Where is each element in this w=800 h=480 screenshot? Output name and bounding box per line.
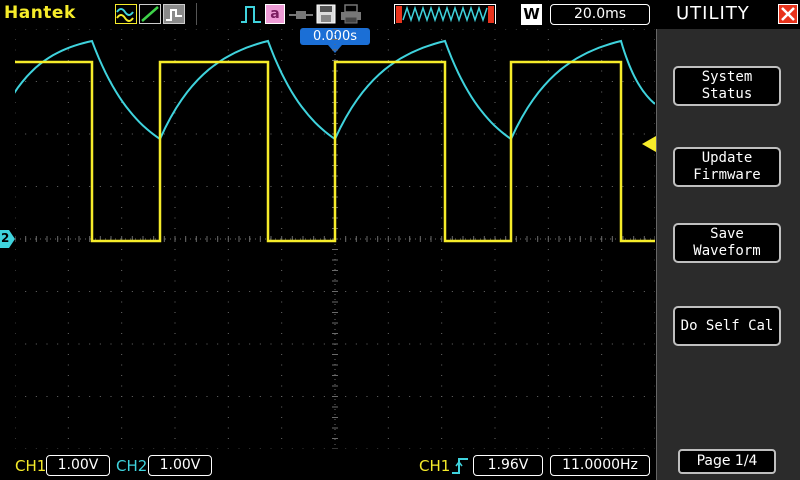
line-mode-icon[interactable] <box>139 4 161 24</box>
ch1-label: CH1 <box>15 457 47 475</box>
ch2-label: CH2 <box>116 457 148 475</box>
timebase-readout[interactable]: 20.0ms <box>550 4 650 25</box>
brand-logo: Hantek <box>4 3 76 23</box>
save-icon[interactable] <box>316 4 336 24</box>
trigger-level-marker-icon[interactable] <box>642 136 656 152</box>
ch2-marker-label: 2 <box>1 231 10 245</box>
utility-menu: UTILITY System Status Update Firmware Sa… <box>656 0 800 480</box>
system-status-button[interactable]: System Status <box>673 66 781 106</box>
auto-a-icon[interactable]: a <box>265 4 285 24</box>
frequency-readout: 11.0000Hz <box>550 455 650 476</box>
persist-icon[interactable] <box>163 4 185 24</box>
print-icon[interactable] <box>340 4 362 24</box>
waveform-icon[interactable] <box>115 4 137 24</box>
close-button[interactable] <box>778 4 798 24</box>
self-cal-button[interactable]: Do Self Cal <box>673 306 781 346</box>
probe-icon[interactable] <box>288 4 314 24</box>
waveform-W-icon[interactable]: W <box>521 4 542 25</box>
page-button[interactable]: Page 1/4 <box>678 449 776 474</box>
bottom-status-bar: CH1 1.00V CH2 1.00V CH1 1.96V 11.0000Hz <box>0 452 656 480</box>
close-icon <box>781 7 795 21</box>
toolbar-divider <box>196 3 197 25</box>
ch1-volts-readout[interactable]: 1.00V <box>46 455 110 476</box>
trigger-source-label: CH1 <box>419 457 451 475</box>
save-waveform-button[interactable]: Save Waveform <box>673 223 781 263</box>
trigger-level-readout[interactable]: 1.96V <box>473 455 543 476</box>
oscilloscope-screen: Hantek a W 20.0ms 0.000s 2 CH1 1.00V CH2… <box>0 0 800 480</box>
top-status-bar: Hantek a W 20.0ms <box>0 0 656 29</box>
update-firmware-button[interactable]: Update Firmware <box>673 147 781 187</box>
menu-header: UTILITY <box>656 0 800 29</box>
waveform-plot <box>15 29 655 449</box>
memory-depth-icon[interactable] <box>394 4 496 24</box>
ch1-waveform <box>15 60 655 243</box>
waveform-display[interactable] <box>15 29 655 449</box>
menu-divider <box>656 0 657 480</box>
rising-edge-icon <box>452 458 468 474</box>
menu-title: UTILITY <box>676 3 750 24</box>
pulse-trigger-icon[interactable] <box>240 4 262 24</box>
ch2-volts-readout[interactable]: 1.00V <box>148 455 212 476</box>
